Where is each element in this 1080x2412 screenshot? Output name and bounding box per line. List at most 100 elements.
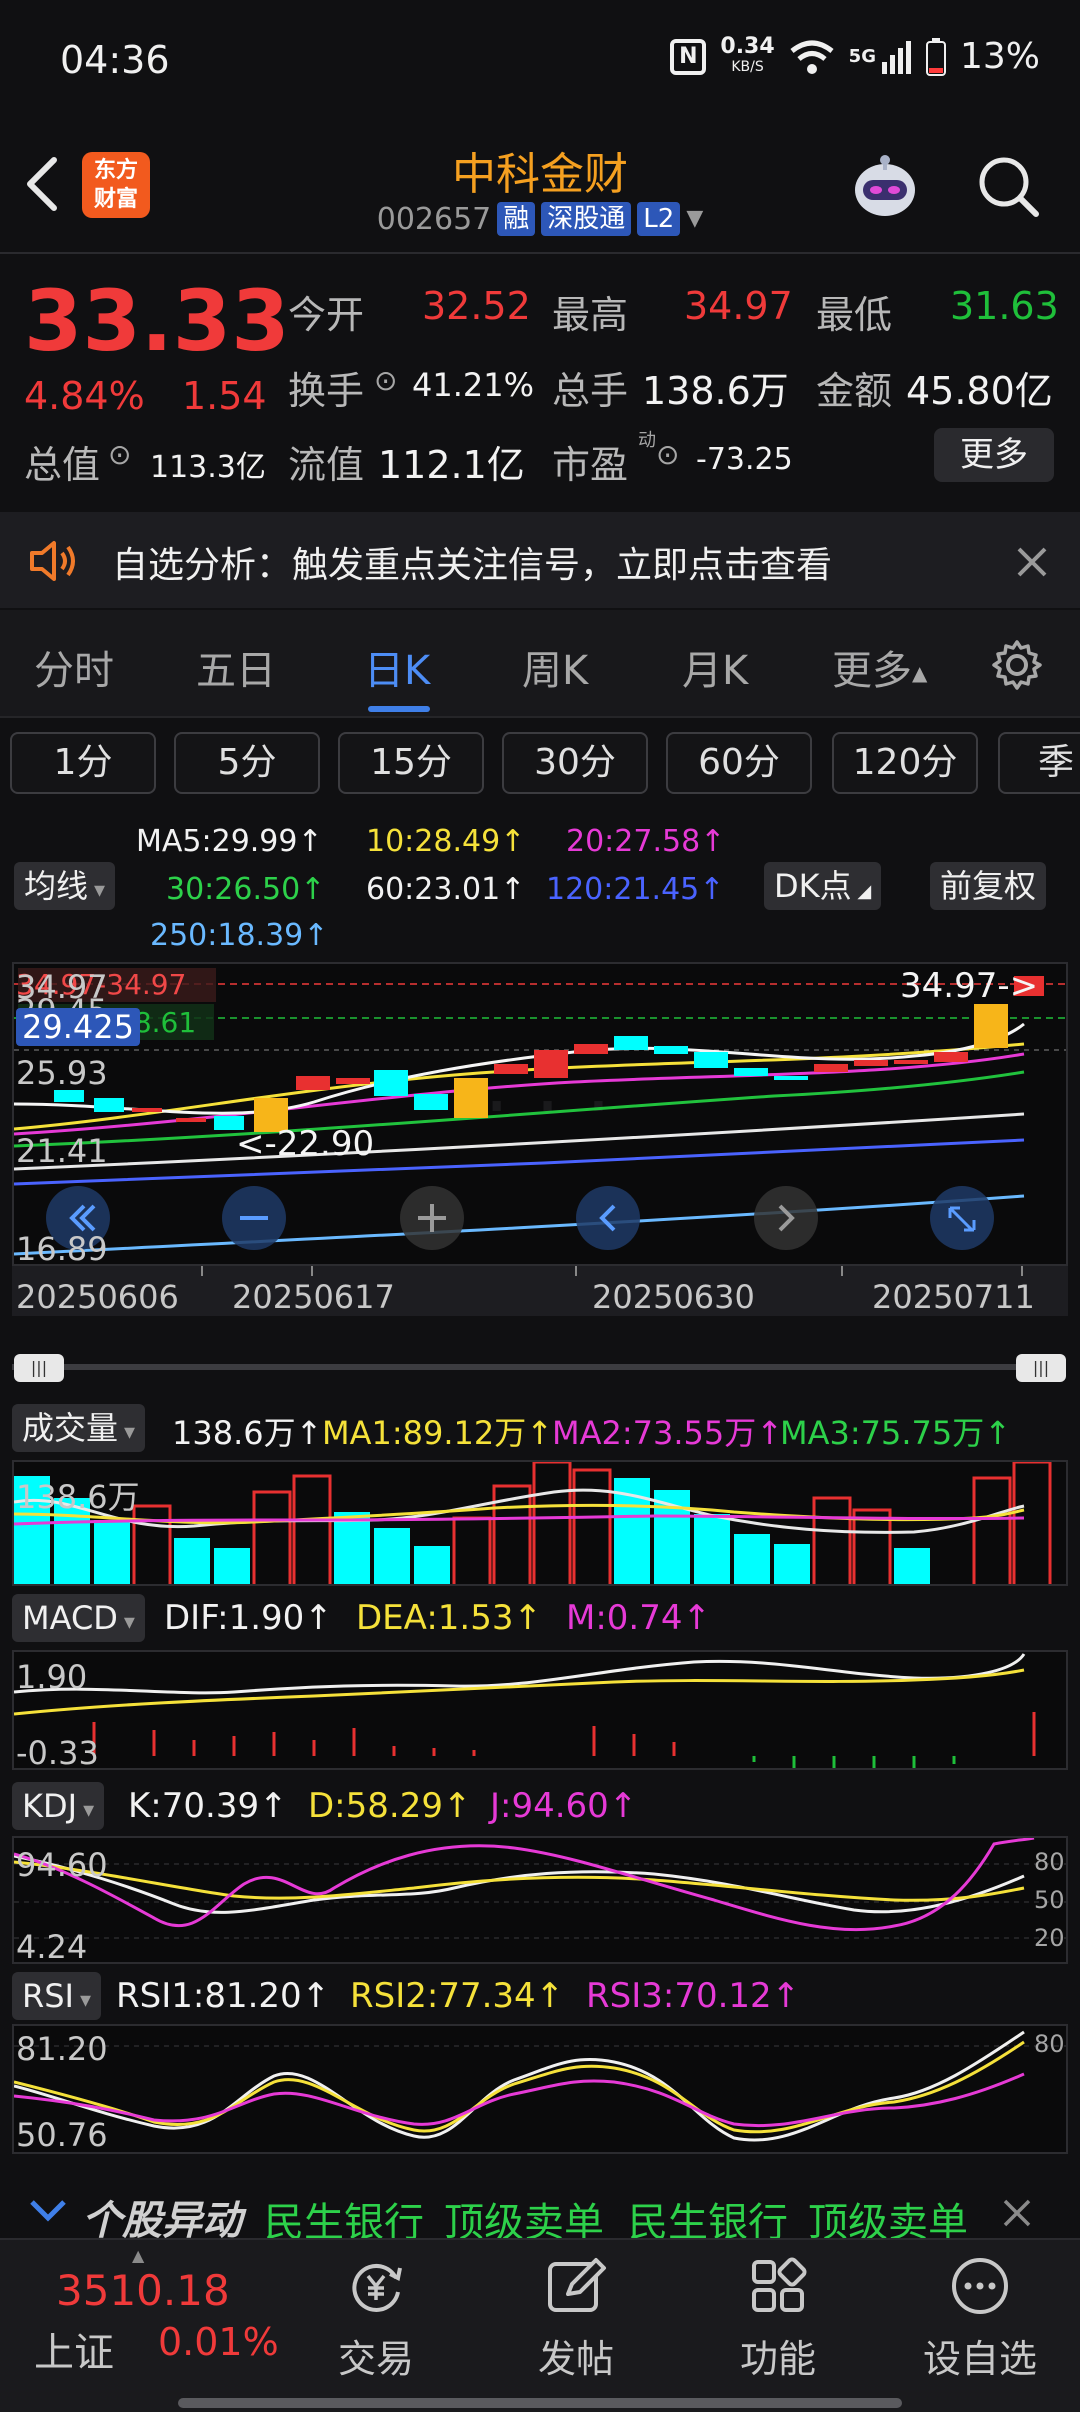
- macd-svg: [14, 1653, 1036, 1768]
- candle: [296, 1076, 330, 1090]
- notice-banner[interactable]: 自选分析：触发重点关注信号，立即点击查看: [0, 512, 1080, 608]
- date-label-3: 20250630: [592, 1278, 755, 1316]
- date-label-2: 20250617: [232, 1278, 395, 1316]
- pan-left-button[interactable]: [576, 1186, 640, 1250]
- volume-svg: [14, 1462, 1052, 1584]
- tab-monthly-k[interactable]: 月K: [682, 638, 748, 696]
- home-indicator[interactable]: [178, 2398, 902, 2408]
- kdj-ref-50: 50: [1034, 1886, 1065, 1914]
- range-track: [12, 1364, 1062, 1370]
- high-value: 34.97: [684, 284, 793, 328]
- adjust-button[interactable]: 前复权: [930, 862, 1047, 910]
- tab-daily-k[interactable]: 日K: [364, 638, 430, 696]
- index-value[interactable]: 3510.18: [56, 2266, 230, 2315]
- range-handle-right[interactable]: |||: [1016, 1354, 1066, 1382]
- kdj-svg: [14, 1838, 1066, 1939]
- date-label-4: 20250711: [872, 1278, 1035, 1316]
- candle: [774, 1076, 808, 1080]
- wifi-icon: [790, 40, 834, 74]
- nav-functions[interactable]: 功能: [708, 2254, 848, 2383]
- volume-bar: [972, 1476, 1012, 1584]
- candle: [974, 1004, 1008, 1048]
- volume-bar: [94, 1520, 130, 1584]
- info-icon[interactable]: ⊙: [374, 364, 397, 397]
- signal-icon: [881, 40, 911, 74]
- candle: [176, 1118, 206, 1122]
- more-button[interactable]: 更多: [934, 428, 1054, 482]
- kline-chart[interactable]: · · · 34.97-34.97 28.61 34.97 29.425 25.…: [12, 962, 1068, 1266]
- float-value: 112.1亿: [378, 443, 525, 487]
- pan-right-button[interactable]: [754, 1186, 818, 1250]
- robot-assistant-icon[interactable]: [843, 144, 927, 228]
- period-60min[interactable]: 60分: [666, 732, 812, 794]
- ma-selector[interactable]: 均线: [14, 862, 116, 910]
- rsi-1: RSI1:81.20↑: [116, 1976, 331, 2016]
- volume-bar: [1012, 1462, 1052, 1584]
- kdj-chart[interactable]: 94.60 4.24 80 50 20: [12, 1836, 1068, 1964]
- period-120min[interactable]: 120分: [832, 732, 978, 794]
- index-change[interactable]: 0.01%: [158, 2320, 279, 2364]
- search-icon[interactable]: [974, 152, 1044, 222]
- period-15min[interactable]: 15分: [338, 732, 484, 794]
- rsi-selector[interactable]: RSI: [12, 1972, 102, 2020]
- info-icon[interactable]: ⊙: [656, 438, 679, 471]
- crosshair-price: 29.425: [16, 1008, 140, 1046]
- macd-y-top: 1.90: [16, 1658, 88, 1696]
- ma250-value: 250:18.39↑: [150, 918, 329, 953]
- alert-ticker[interactable]: 个股异动 民生银行 顶级卖单 民生银行 顶级卖单: [0, 2186, 1080, 2246]
- current-price: 33.33: [24, 272, 290, 370]
- nav-trade[interactable]: 交易: [306, 2254, 446, 2383]
- kdj-ref-20: 20: [1034, 1924, 1065, 1952]
- candle: [734, 1068, 768, 1076]
- kdj-selector[interactable]: KDJ: [12, 1782, 105, 1830]
- status-icons: N 0.34 KB/S 5G 13%: [670, 35, 1040, 77]
- tab-five-day[interactable]: 五日: [196, 638, 276, 696]
- close-icon[interactable]: [1016, 546, 1048, 578]
- macd-chart[interactable]: 1.90 -0.33: [12, 1650, 1068, 1770]
- battery-icon: [925, 37, 946, 76]
- tab-more[interactable]: 更多▲: [832, 638, 927, 696]
- rsi-chart[interactable]: 81.20 50.76 80: [12, 2024, 1068, 2154]
- notice-text: 自选分析：触发重点关注信号，立即点击查看: [112, 545, 833, 586]
- volume-selector[interactable]: 成交量: [12, 1404, 146, 1452]
- candle: [934, 1052, 968, 1062]
- dk-point-button[interactable]: DK点 ◢: [764, 862, 882, 910]
- info-icon[interactable]: ⊙: [108, 438, 131, 471]
- tab-intraday[interactable]: 分时: [34, 638, 114, 696]
- period-5min[interactable]: 5分: [174, 732, 320, 794]
- candle: [574, 1044, 608, 1054]
- candle: [336, 1078, 370, 1084]
- kdj-k: K:70.39↑: [128, 1786, 288, 1826]
- period-30min[interactable]: 30分: [502, 732, 648, 794]
- range-handle-left[interactable]: |||: [14, 1354, 64, 1382]
- gear-icon[interactable]: [990, 638, 1044, 692]
- candle: [534, 1050, 568, 1078]
- rsi-2: RSI2:77.34↑: [350, 1976, 565, 2016]
- close-icon[interactable]: [1002, 2198, 1032, 2228]
- volume-ma1: MA1:89.12万↑: [322, 1414, 554, 1452]
- volume-bar: [572, 1468, 612, 1584]
- rsi-2-line: [14, 2040, 1025, 2134]
- ma250-line: [14, 1194, 1025, 1256]
- index-name[interactable]: 上证: [34, 2320, 114, 2378]
- volume-bar: [774, 1544, 810, 1584]
- period-1min[interactable]: 1分: [10, 732, 156, 794]
- chevron-down-icon[interactable]: [28, 2198, 68, 2224]
- nav-watchlist[interactable]: 设自选: [910, 2254, 1050, 2383]
- more-dots-icon: [952, 2258, 1008, 2314]
- period-quarter[interactable]: 季: [998, 732, 1080, 794]
- grid-icon: [752, 2257, 807, 2312]
- chart-controls: [46, 1186, 994, 1250]
- volume-bar: [452, 1516, 492, 1584]
- chevron-down-icon: ▼: [686, 206, 704, 231]
- kdj-d: D:58.29↑: [308, 1786, 472, 1826]
- volume-bar: [852, 1508, 892, 1584]
- tab-weekly-k[interactable]: 周K: [522, 638, 588, 696]
- volume-bar: [292, 1474, 332, 1584]
- candle: [494, 1064, 528, 1074]
- volume-chart[interactable]: 138.6万: [12, 1460, 1068, 1586]
- nav-post[interactable]: 发帖: [506, 2254, 646, 2383]
- macd-selector[interactable]: MACD: [12, 1594, 145, 1642]
- change-percent: 4.84%: [24, 374, 145, 418]
- kdj-ref-80: 80: [1034, 1848, 1065, 1876]
